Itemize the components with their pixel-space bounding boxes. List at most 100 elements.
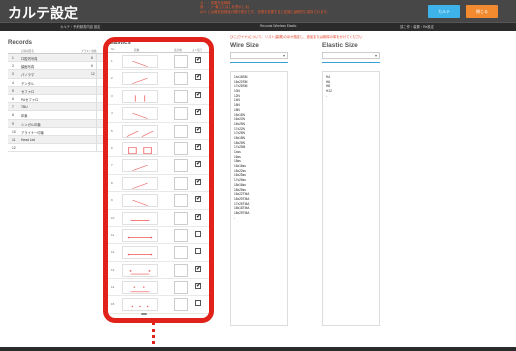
row-index: 15 bbox=[111, 302, 115, 307]
page-title: カルテ設定 bbox=[8, 5, 78, 21]
row-name: アライナー印象 bbox=[21, 130, 45, 135]
favorite-checkbox[interactable]: ✔ bbox=[195, 143, 201, 150]
row-name: パノラマ bbox=[21, 73, 35, 78]
table-row[interactable]: 12 bbox=[8, 144, 108, 153]
favorite-checkbox[interactable] bbox=[195, 230, 201, 237]
width-input[interactable] bbox=[174, 159, 188, 173]
table-row[interactable]: 11 Head List bbox=[8, 135, 108, 145]
favorite-checkbox[interactable]: ✔ bbox=[195, 126, 201, 133]
width-input[interactable] bbox=[174, 194, 188, 208]
list-item[interactable]: 7 ✔ bbox=[108, 157, 210, 175]
divider bbox=[96, 86, 97, 94]
favorite-checkbox[interactable]: ✔ bbox=[195, 109, 201, 116]
width-input[interactable] bbox=[174, 263, 188, 277]
width-input[interactable] bbox=[174, 298, 188, 312]
divider bbox=[96, 78, 97, 86]
favorite-checkbox[interactable]: ✔ bbox=[195, 178, 201, 185]
table-row[interactable]: 10 アライナー印象 bbox=[8, 127, 108, 136]
favorite-checkbox[interactable]: ✔ bbox=[195, 265, 201, 272]
divider bbox=[96, 144, 97, 152]
width-input[interactable] bbox=[174, 89, 188, 103]
elastic-thumbnail-icon bbox=[122, 107, 158, 121]
list-item[interactable]: 14 ✔ bbox=[108, 279, 210, 297]
karte-button[interactable]: カルテ bbox=[428, 5, 460, 18]
list-item[interactable]: 13 ✔ bbox=[108, 262, 210, 280]
list-item[interactable]: 9 ✔ bbox=[108, 192, 210, 210]
list-item[interactable]: 12 bbox=[108, 244, 210, 262]
subbar-left-label: カルテ・予約録書内容 設定 bbox=[60, 25, 101, 29]
row-name: 口腔内写真 bbox=[21, 57, 38, 61]
list-item[interactable]: 3 ✔ bbox=[108, 88, 210, 106]
divider bbox=[96, 135, 97, 144]
table-row[interactable]: 8 印象 bbox=[8, 111, 108, 120]
table-row[interactable]: 9 シンガル印象 bbox=[8, 119, 108, 128]
records-col-name: 記録項目名 bbox=[21, 50, 34, 53]
elastic-size-dropdown[interactable]: ▾ bbox=[322, 52, 380, 59]
favorite-checkbox[interactable]: ✔ bbox=[195, 283, 201, 290]
row-number: 12 bbox=[12, 146, 16, 151]
width-input[interactable] bbox=[174, 107, 188, 121]
wire-size-dropdown[interactable]: ▾ bbox=[230, 52, 288, 59]
list-item[interactable]: 6 ✔ bbox=[108, 140, 210, 158]
row-index: 2 bbox=[111, 76, 113, 81]
records-panel: Records 記録項目名 ブラスト価格 1 口腔内写真 6 2 顔面写真 6 3 パノラマ 1… bbox=[8, 40, 108, 153]
list-item[interactable]: 2 ✔ bbox=[108, 70, 210, 88]
row-name: シンガル印象 bbox=[21, 122, 41, 127]
list-item[interactable]: 15 bbox=[108, 296, 210, 314]
width-input[interactable] bbox=[174, 228, 188, 242]
row-number: 7 bbox=[12, 105, 14, 110]
favorite-checkbox[interactable]: ✔ bbox=[195, 213, 201, 220]
elastics-scrollbar[interactable] bbox=[141, 313, 147, 315]
favorite-checkbox[interactable]: ✔ bbox=[195, 196, 201, 203]
row-name: Head List bbox=[21, 137, 35, 142]
table-row[interactable]: 2 顔面写真 6 bbox=[8, 62, 108, 71]
row-number: 11 bbox=[12, 137, 16, 142]
favorite-checkbox[interactable]: ✔ bbox=[195, 57, 201, 63]
list-item[interactable]: 4 ✔ bbox=[108, 105, 210, 123]
elastic-size-list[interactable]: H4 H6 H8 H12- bbox=[322, 71, 380, 326]
list-item[interactable]: - bbox=[234, 216, 284, 221]
table-row[interactable]: 7 TBU bbox=[8, 103, 108, 112]
divider bbox=[230, 62, 288, 63]
table-row[interactable]: 6 PAセファロ bbox=[8, 94, 108, 104]
favorite-checkbox[interactable]: ✔ bbox=[195, 161, 201, 168]
table-row[interactable]: 1 口腔内写真 6 bbox=[8, 54, 108, 63]
width-input[interactable] bbox=[174, 246, 188, 260]
width-input[interactable] bbox=[174, 55, 188, 68]
width-input[interactable] bbox=[174, 176, 188, 190]
top-bar: カルテ設定 カ・・ 変更を反映時 保・・ (一番上にはしを表示しま) ｶﾙﾃｴ … bbox=[0, 0, 516, 22]
width-input[interactable] bbox=[174, 124, 188, 138]
wire-size-list[interactable]: 14x18SM 16x22SM 17x25SM 10N 12N 14N 16N 18N 16x1… bbox=[230, 71, 288, 326]
width-input[interactable] bbox=[174, 72, 188, 86]
row-index: 1 bbox=[111, 59, 113, 63]
width-input[interactable] bbox=[174, 281, 188, 295]
favorite-checkbox[interactable]: ✔ bbox=[195, 74, 201, 81]
divider bbox=[96, 127, 97, 135]
chevron-down-icon: ▾ bbox=[374, 53, 377, 58]
row-name: PAセファロ bbox=[21, 97, 39, 102]
row-index: 12 bbox=[111, 250, 115, 255]
list-item[interactable]: 11 bbox=[108, 227, 210, 245]
row-name: 顔面写真 bbox=[21, 65, 35, 70]
table-row[interactable]: 5 セファロ bbox=[8, 86, 108, 95]
table-row[interactable]: 4 デンタル bbox=[8, 78, 108, 87]
close-button[interactable]: 閉じる bbox=[466, 5, 498, 18]
wire-size-title: Wire Size bbox=[230, 42, 259, 49]
list-item[interactable]: 10 ✔ bbox=[108, 210, 210, 227]
list-item[interactable]: 5 ✔ bbox=[108, 123, 210, 140]
favorite-checkbox[interactable]: ✔ bbox=[195, 91, 201, 98]
list-item[interactable]: 8 ✔ bbox=[108, 175, 210, 193]
elastic-thumbnail-icon bbox=[122, 55, 158, 68]
instruction-text: ひこ(ワイヤ)について、リスト(装置)のほか指定し、追加または削除の事をかけてく… bbox=[230, 35, 363, 39]
width-input[interactable] bbox=[174, 211, 188, 225]
width-input[interactable] bbox=[174, 141, 188, 155]
list-item[interactable]: 1 ✔ bbox=[108, 53, 210, 71]
favorite-checkbox[interactable] bbox=[195, 300, 201, 307]
subbar-middle-label[interactable]: Records Wireless Elastic bbox=[260, 24, 296, 28]
table-row[interactable]: 3 パノラマ 12 bbox=[8, 70, 108, 79]
list-item[interactable]: - bbox=[326, 94, 376, 99]
row-index: 5 bbox=[111, 128, 113, 133]
favorite-checkbox[interactable] bbox=[195, 248, 201, 255]
row-index: 14 bbox=[111, 285, 115, 290]
elastic-size-panel: Elastic Size ▾ H4 H6 H8 H12- bbox=[322, 42, 380, 326]
